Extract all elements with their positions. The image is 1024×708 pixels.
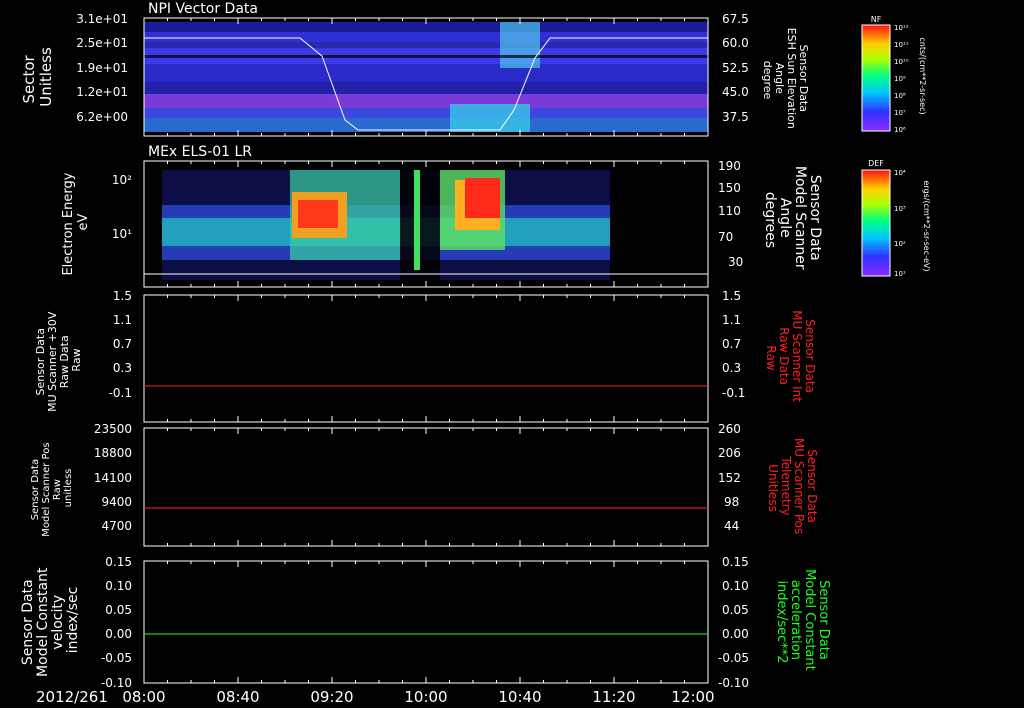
p3-left-tick: 1.5 <box>113 289 132 303</box>
plot-figure: NPI Vector Data Sector Unitless 3.1e+01 … <box>20 1 931 706</box>
npi-colorbar-title: NF <box>871 15 882 24</box>
p4-right-tick: 98 <box>724 495 739 509</box>
time-tick-label: 11:20 <box>592 688 635 706</box>
p5-left-tick: 0.00 <box>105 627 132 641</box>
p3-left-tick: 1.1 <box>113 313 132 327</box>
p5-right-tick: 0.15 <box>722 555 749 569</box>
npi-left-tick: 1.9e+01 <box>76 61 128 75</box>
npi-left-tick: 3.1e+01 <box>76 12 128 26</box>
p3-left-tick: 0.3 <box>113 361 132 375</box>
p4-left-label: Sensor Data Model Scanner Pos Raw unitle… <box>30 439 74 536</box>
p3-right-tick: 1.1 <box>722 313 741 327</box>
els-right-tick: 70 <box>718 230 733 244</box>
els-left-tick: 10¹ <box>112 227 132 241</box>
els-title: MEx ELS-01 LR <box>148 144 252 160</box>
npi-left-label: Sector Unitless <box>20 47 55 107</box>
time-tick-label: 08:00 <box>122 688 165 706</box>
els-heatmap <box>162 170 610 280</box>
npi-colorbar: NF 10¹² 10¹¹ 10¹⁰ 10⁹ 10⁸ 10⁷ 10⁶ cnts/(… <box>861 15 927 134</box>
p4-right-label: Sensor Data MU Scanner Pos Telemetry Uni… <box>766 438 819 538</box>
npi-colorbar-tick: 10¹¹ <box>894 41 909 49</box>
npi-heatmap <box>144 18 708 132</box>
p3-right-tick: 1.5 <box>722 289 741 303</box>
time-tick-label: 10:00 <box>404 688 447 706</box>
npi-left-tick: 2.5e+01 <box>76 36 128 50</box>
npi-right-label: Sensor Data ESH Sun Elevation Angle degr… <box>761 28 810 133</box>
p4-right-tick: 260 <box>718 422 741 436</box>
npi-left-tick: 1.2e+01 <box>76 85 128 99</box>
els-colorbar-tick: 10³ <box>894 205 906 213</box>
p5-left-tick: 0.15 <box>105 555 132 569</box>
time-tick-label: 08:40 <box>216 688 259 706</box>
time-tick-label: 12:00 <box>671 688 714 706</box>
p3-right-tick: 0.7 <box>722 337 741 351</box>
p5-left-label: Sensor Data Model Constant velocity inde… <box>20 563 81 677</box>
els-right-label: Sensor Data Model Scanner Angle degrees <box>762 166 823 274</box>
p4-right-tick: 206 <box>718 446 741 460</box>
els-right-tick: 190 <box>718 159 741 173</box>
panel-els: MEx ELS-01 LR Electron Energy eV 10² 10¹… <box>61 144 931 288</box>
p5-left-tick: 0.05 <box>105 603 132 617</box>
panel-model-constant: Sensor Data Model Constant velocity inde… <box>20 555 831 690</box>
panel-scanner-30v: Sensor Data MU Scanner +30V Raw Data Raw… <box>34 289 817 423</box>
npi-colorbar-tick: 10¹⁰ <box>894 58 909 66</box>
npi-right-tick: 37.5 <box>722 110 749 124</box>
els-colorbar-tick: 10⁴ <box>894 169 906 177</box>
els-colorbar-unit: ergs/(cm**2-sr-sec-eV) <box>922 180 931 271</box>
time-tick-label: 09:20 <box>310 688 353 706</box>
p4-left-tick: 18800 <box>94 446 132 460</box>
els-colorbar: DEF 10⁴ 10³ 10² 10¹ ergs/(cm**2-sr-sec-e… <box>861 159 931 278</box>
date-label: 2012/261 <box>36 688 108 706</box>
p4-right-tick: 44 <box>724 519 739 533</box>
els-colorbar-tick: 10² <box>894 240 906 248</box>
time-tick-label: 10:40 <box>498 688 541 706</box>
npi-colorbar-tick: 10⁸ <box>894 92 906 100</box>
p3-left-tick: -0.1 <box>109 386 132 400</box>
els-right-tick: 110 <box>718 204 741 218</box>
npi-colorbar-unit: cnts/(cm**2-sr-sec) <box>918 37 927 114</box>
els-right-tick: 150 <box>718 181 741 195</box>
p4-left-tick: 4700 <box>101 519 132 533</box>
npi-right-tick: 67.5 <box>722 12 749 26</box>
els-colorbar-title: DEF <box>868 159 884 168</box>
p4-left-tick: 14100 <box>94 471 132 485</box>
npi-colorbar-tick: 10⁶ <box>894 126 906 134</box>
p5-left-tick: 0.10 <box>105 579 132 593</box>
p5-left-tick: -0.05 <box>101 651 132 665</box>
p5-right-tick: 0.05 <box>722 603 749 617</box>
p5-right-tick: -0.05 <box>718 651 749 665</box>
p4-left-tick: 9400 <box>101 495 132 509</box>
p5-right-tick: 0.00 <box>722 627 749 641</box>
p3-right-tick: -0.1 <box>722 386 745 400</box>
els-left-label: Electron Energy eV <box>61 168 91 275</box>
npi-colorbar-tick: 10¹² <box>894 24 909 32</box>
npi-right-tick: 60.0 <box>722 36 749 50</box>
els-colorbar-tick: 10¹ <box>894 270 906 278</box>
els-right-tick: 30 <box>728 255 743 269</box>
npi-title: NPI Vector Data <box>148 1 258 17</box>
npi-right-tick: 45.0 <box>722 85 749 99</box>
p4-right-tick: 152 <box>718 471 741 485</box>
p3-left-label: Sensor Data MU Scanner +30V Raw Data Raw <box>34 308 83 412</box>
els-left-tick: 10² <box>112 173 132 187</box>
npi-colorbar-tick: 10⁹ <box>894 75 906 83</box>
p5-right-tick: 0.10 <box>722 579 749 593</box>
npi-right-tick: 52.5 <box>722 61 749 75</box>
p4-left-tick: 23500 <box>94 422 132 436</box>
p3-right-label: Sensor Data MU Scanner Int Raw Data Raw <box>764 310 817 406</box>
npi-colorbar-tick: 10⁷ <box>894 109 906 117</box>
panel-npi: NPI Vector Data Sector Unitless 3.1e+01 … <box>20 1 927 137</box>
p5-right-label: Sensor Data Model Constant acceleration … <box>774 569 831 675</box>
p3-right-tick: 0.3 <box>722 361 741 375</box>
p3-left-tick: 0.7 <box>113 337 132 351</box>
panel-scanner-pos: Sensor Data Model Scanner Pos Raw unitle… <box>30 422 819 547</box>
p5-right-tick: -0.10 <box>718 676 749 690</box>
npi-left-tick: 6.2e+00 <box>76 110 128 124</box>
